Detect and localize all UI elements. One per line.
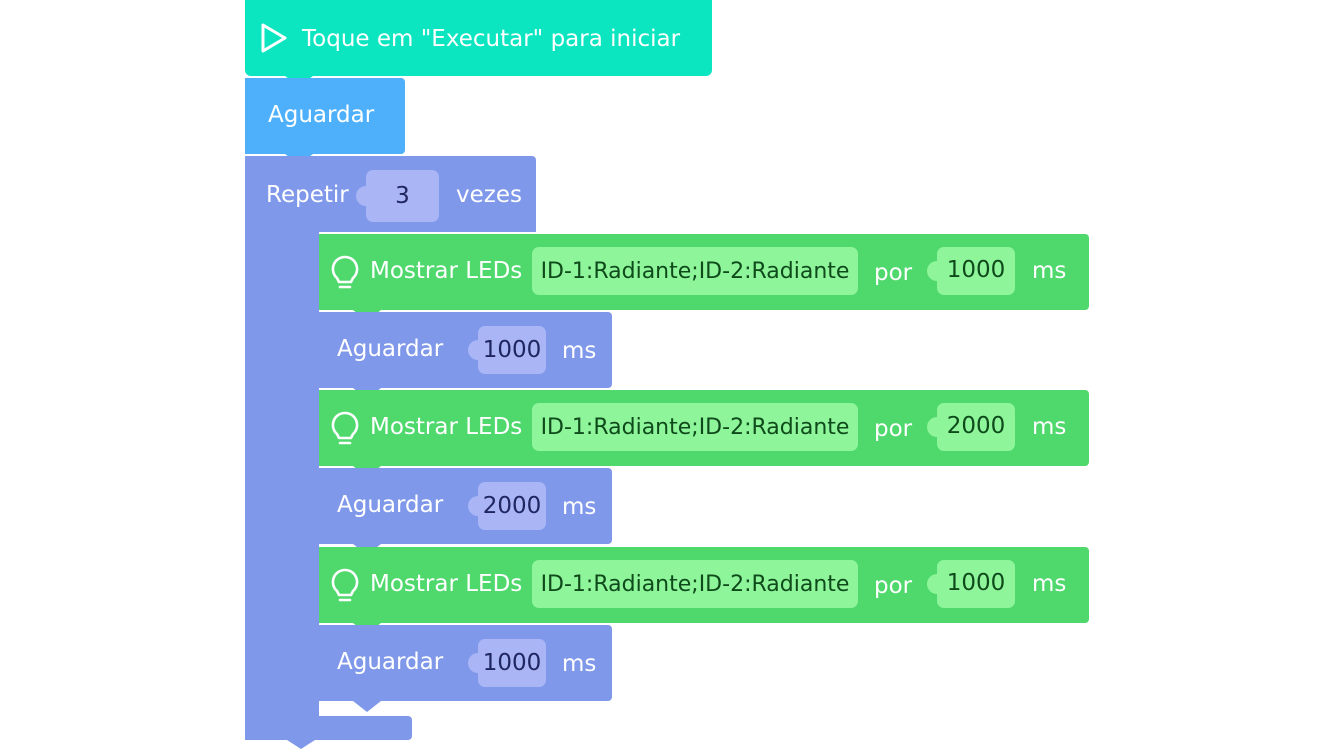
repeat-spine xyxy=(245,230,319,716)
wait-label: Aguardar xyxy=(268,102,375,128)
unit-label: ms xyxy=(1032,571,1067,597)
show-leds-block[interactable]: Mostrar LEDs ID-1:Radiante;ID-2:Radiante… xyxy=(319,234,1089,310)
led-config-field[interactable]: ID-1:Radiante;ID-2:Radiante xyxy=(532,403,858,451)
start-label: Toque em "Executar" para iniciar xyxy=(302,26,681,52)
wait-duration-input[interactable]: 1000 xyxy=(468,326,546,374)
por-label: por xyxy=(874,260,913,286)
repeat-bottom-notch xyxy=(287,740,315,749)
wait-duration-input[interactable]: 2000 xyxy=(468,482,546,530)
wait-step-label: Aguardar xyxy=(337,649,444,675)
step-notch xyxy=(353,701,381,712)
show-leds-label: Mostrar LEDs xyxy=(370,571,523,597)
show-leds-label: Mostrar LEDs xyxy=(370,258,523,284)
duration-input[interactable]: 2000 xyxy=(927,403,1015,451)
unit-label: ms xyxy=(1032,258,1067,284)
repeat-block[interactable]: Repetir 3 vezes xyxy=(245,156,536,232)
wait-duration-input[interactable]: 1000 xyxy=(468,639,546,687)
show-leds-label: Mostrar LEDs xyxy=(370,414,523,440)
lightbulb-icon xyxy=(329,410,361,452)
unit-label: ms xyxy=(1032,414,1067,440)
show-leds-block[interactable]: Mostrar LEDs ID-1:Radiante;ID-2:Radiante… xyxy=(319,547,1089,623)
lightbulb-icon xyxy=(329,567,361,609)
repeat-label: Repetir xyxy=(266,182,349,208)
wait-step-label: Aguardar xyxy=(337,492,444,518)
repeat-count-input[interactable]: 3 xyxy=(356,170,439,222)
por-label: por xyxy=(874,573,913,599)
duration-input[interactable]: 1000 xyxy=(927,560,1015,608)
repeat-suffix: vezes xyxy=(456,182,522,208)
lightbulb-icon xyxy=(329,254,361,296)
start-block[interactable]: Toque em "Executar" para iniciar xyxy=(245,0,712,76)
duration-input[interactable]: 1000 xyxy=(927,247,1015,295)
wait-step-block[interactable]: Aguardar 1000 ms xyxy=(319,312,612,388)
repeat-bottom-arm xyxy=(245,716,412,740)
wait-step-label: Aguardar xyxy=(337,336,444,362)
wait-step-block[interactable]: Aguardar 2000 ms xyxy=(319,468,612,544)
por-label: por xyxy=(874,416,913,442)
wait-unit-label: ms xyxy=(562,651,597,677)
wait-step-block[interactable]: Aguardar 1000 ms xyxy=(319,625,612,701)
play-icon xyxy=(259,22,289,58)
wait-unit-label: ms xyxy=(562,338,597,364)
led-config-field[interactable]: ID-1:Radiante;ID-2:Radiante xyxy=(532,247,858,295)
led-config-field[interactable]: ID-1:Radiante;ID-2:Radiante xyxy=(532,560,858,608)
wait-block[interactable]: Aguardar xyxy=(245,78,405,154)
wait-unit-label: ms xyxy=(562,494,597,520)
show-leds-block[interactable]: Mostrar LEDs ID-1:Radiante;ID-2:Radiante… xyxy=(319,390,1089,466)
